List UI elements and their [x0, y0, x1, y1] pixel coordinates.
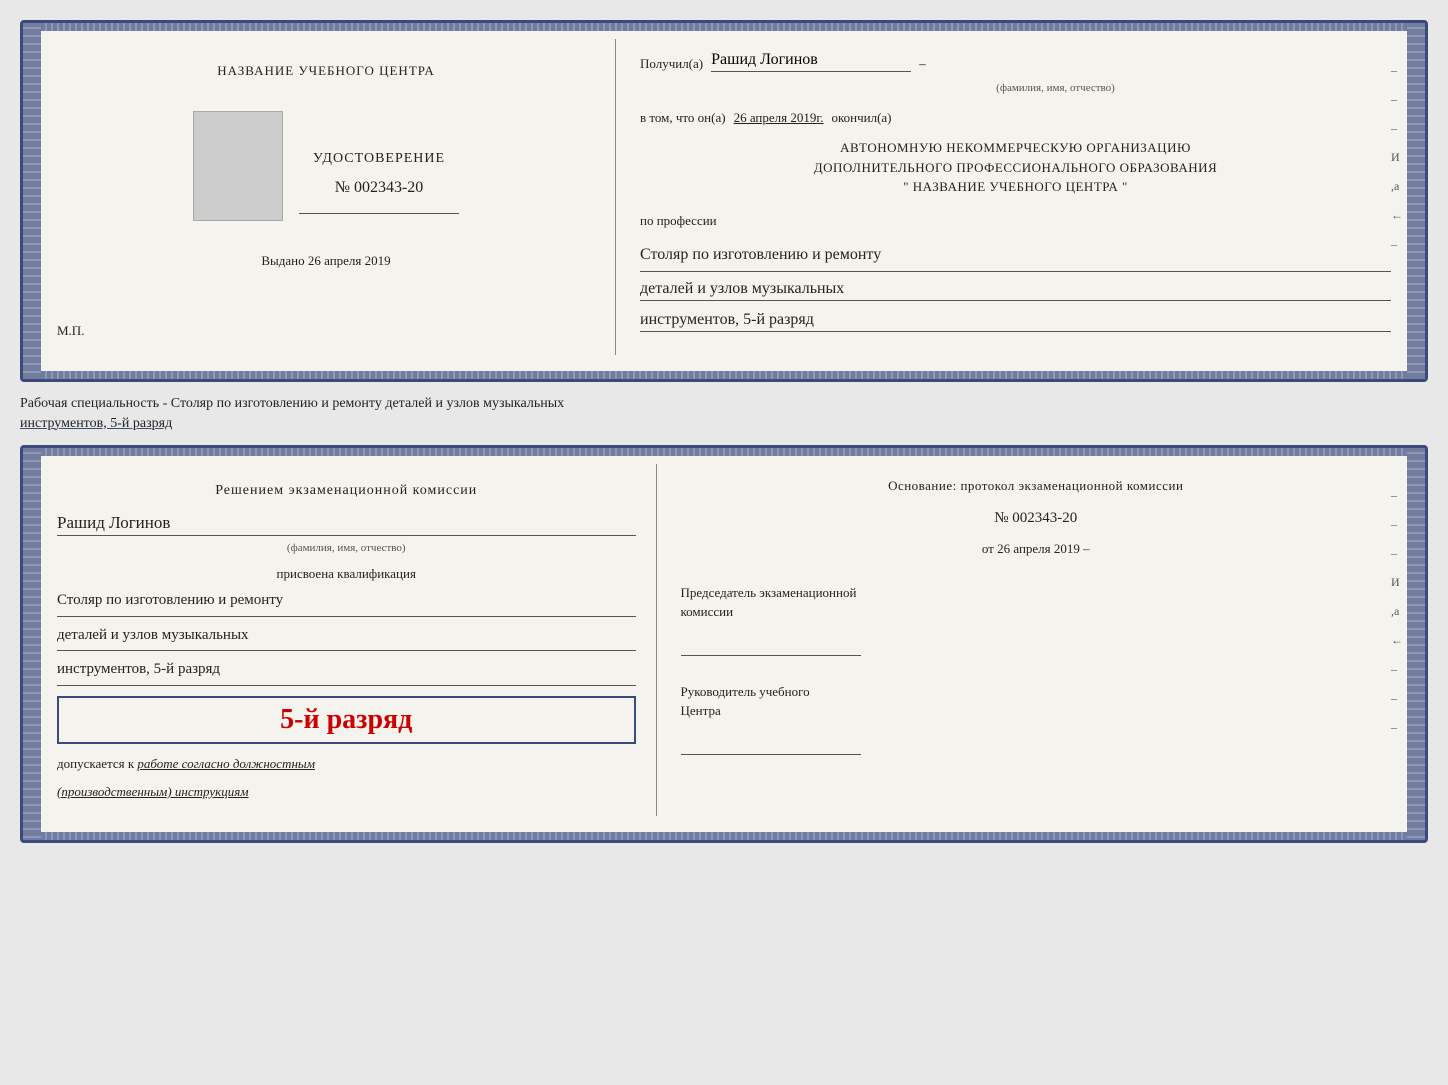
- profession-line3: инструментов, 5-й разряд: [640, 311, 1391, 332]
- doc-right-top: Получил(а) Рашид Логинов – (фамилия, имя…: [616, 39, 1399, 355]
- rank-big: 5-й разряд: [280, 704, 412, 735]
- doc-inner-bottom: Решением экзаменационной комиссии Рашид …: [23, 456, 1425, 832]
- issued-date: 26 апреля 2019: [308, 253, 391, 268]
- certified-label: в том, что он(а): [640, 110, 726, 126]
- specialty-label: Рабочая специальность - Столяр по изгото…: [20, 390, 1428, 437]
- chairman-label: Председатель экзаменационной комиссии: [681, 583, 1392, 622]
- document-card-top: НАЗВАНИЕ УЧЕБНОГО ЦЕНТРА УДОСТОВЕРЕНИЕ №…: [20, 20, 1428, 382]
- doc-bottom-border: [41, 371, 1407, 379]
- document-card-bottom: Решением экзаменационной комиссии Рашид …: [20, 445, 1428, 843]
- doc-top-border: [41, 23, 1407, 31]
- org-line1: АВТОНОМНУЮ НЕКОММЕРЧЕСКУЮ ОРГАНИЗАЦИЮ: [640, 138, 1391, 158]
- admitted-label: допускается к: [57, 756, 134, 771]
- from-label: от: [982, 541, 994, 556]
- profession-label: по профессии: [640, 213, 1391, 229]
- org-line2: ДОПОЛНИТЕЛЬНОГО ПРОФЕССИОНАЛЬНОГО ОБРАЗО…: [640, 158, 1391, 178]
- specialty-text: Рабочая специальность - Столяр по изгото…: [20, 396, 564, 411]
- director-line2: Центра: [681, 701, 1392, 721]
- admitted-text2: (производственным) инструкциям: [57, 784, 249, 799]
- received-label: Получил(а): [640, 56, 703, 72]
- photo-placeholder: [193, 111, 283, 221]
- side-marks-top: – – – И ,а ← –: [1391, 63, 1403, 252]
- name-sub-bottom: (фамилия, имя, отчество): [57, 542, 636, 554]
- qual-line2: деталей и узлов музыкальных: [57, 623, 636, 652]
- cert-number-top: № 002343-20: [299, 179, 459, 197]
- basis-line1: Основание: протокол экзаменационной коми…: [888, 478, 1183, 493]
- chairman-line2: комиссии: [681, 602, 1392, 622]
- recipient-name: Рашид Логинов: [711, 51, 911, 72]
- qual-line3: инструментов, 5-й разряд: [57, 657, 636, 686]
- chairman-signature-line: [681, 636, 861, 656]
- qual-line1: Столяр по изготовлению и ремонту: [57, 588, 636, 617]
- director-line1: Руководитель учебного: [681, 682, 1392, 702]
- director-label: Руководитель учебного Центра: [681, 682, 1392, 721]
- side-marks-bottom: – – – И ,а ← – – –: [1391, 488, 1403, 735]
- dash-1: –: [919, 56, 926, 72]
- doc-bottom-bottom-border: [41, 832, 1407, 840]
- cert-label: УДОСТОВЕРЕНИЕ: [299, 151, 459, 167]
- commission-name: Рашид Логинов: [57, 513, 636, 536]
- received-label-text: Получил(а): [640, 56, 703, 72]
- protocol-number: № 002343-20: [681, 510, 1392, 527]
- completed-label: окончил(а): [831, 110, 891, 126]
- page-wrapper: НАЗВАНИЕ УЧЕБНОГО ЦЕНТРА УДОСТОВЕРЕНИЕ №…: [20, 20, 1428, 843]
- specialty-text2: инструментов, 5-й разряд: [20, 416, 172, 431]
- mp-label: М.П.: [57, 323, 84, 339]
- center-name-top: НАЗВАНИЕ УЧЕБНОГО ЦЕНТРА: [217, 63, 434, 79]
- from-date-value: 26 апреля 2019: [997, 541, 1080, 556]
- from-dash: –: [1083, 541, 1090, 556]
- profession-line1: Столяр по изготовлению и ремонту: [640, 241, 1391, 273]
- rank-box: 5-й разряд: [57, 696, 636, 744]
- commission-decision: Решением экзаменационной комиссии: [57, 480, 636, 501]
- admitted-line2: (производственным) инструкциям: [57, 784, 636, 800]
- org-block: АВТОНОМНУЮ НЕКОММЕРЧЕСКУЮ ОРГАНИЗАЦИЮ ДО…: [640, 138, 1391, 197]
- admitted-line: допускается к работе согласно должностны…: [57, 756, 636, 772]
- name-subtitle-top: (фамилия, имя, отчество): [830, 82, 1281, 94]
- doc-bottom-top-border: [41, 448, 1407, 456]
- doc2-left: Решением экзаменационной комиссии Рашид …: [49, 464, 657, 816]
- director-signature-line: [681, 735, 861, 755]
- doc-left-top: НАЗВАНИЕ УЧЕБНОГО ЦЕНТРА УДОСТОВЕРЕНИЕ №…: [49, 39, 616, 355]
- profession-line2: деталей и узлов музыкальных: [640, 280, 1391, 301]
- qualification-given: присвоена квалификация: [57, 566, 636, 582]
- basis-line: Основание: протокол экзаменационной коми…: [681, 476, 1392, 496]
- issued-label: Выдано: [261, 253, 304, 268]
- chairman-line1: Председатель экзаменационной: [681, 583, 1392, 603]
- doc2-right: Основание: протокол экзаменационной коми…: [657, 464, 1400, 816]
- issued-line: Выдано 26 апреля 2019: [261, 253, 390, 269]
- certified-row: в том, что он(а) 26 апреля 2019г. окончи…: [640, 110, 1391, 126]
- decision-line1: Решением экзаменационной комиссии: [215, 483, 477, 498]
- org-line3: " НАЗВАНИЕ УЧЕБНОГО ЦЕНТРА ": [640, 177, 1391, 197]
- doc-inner-top: НАЗВАНИЕ УЧЕБНОГО ЦЕНТРА УДОСТОВЕРЕНИЕ №…: [23, 31, 1425, 371]
- admitted-text: работе согласно должностным: [137, 756, 315, 771]
- from-date: от 26 апреля 2019 –: [681, 541, 1392, 557]
- certified-date: 26 апреля 2019г.: [734, 110, 824, 126]
